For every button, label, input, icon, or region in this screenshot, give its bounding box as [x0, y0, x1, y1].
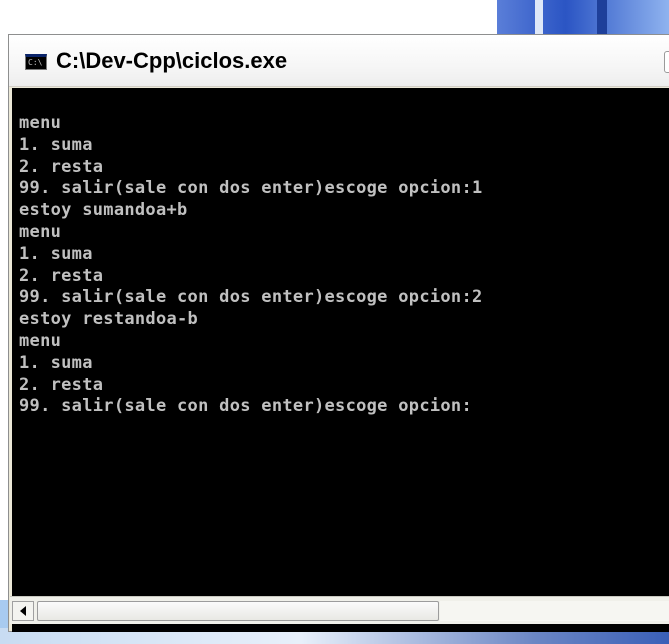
console-line: 1. suma [19, 352, 93, 373]
console-line: menu [19, 330, 62, 351]
console-line: 2. resta [19, 156, 104, 177]
console-line: 99. salir(sale con dos enter)escoge opci… [19, 396, 472, 417]
console-output[interactable]: menu 1. suma 2. resta 99. salir(sale con… [12, 88, 669, 632]
console-line: menu [19, 221, 62, 242]
console-lines: menu 1. suma 2. resta 99. salir(sale con… [19, 113, 483, 418]
arrow-left-icon [20, 606, 26, 616]
console-line: estoy restandoa-b [19, 309, 199, 330]
console-window[interactable]: C:\ C:\Dev-Cpp\ciclos.exe menu 1. suma 2… [8, 34, 669, 632]
console-line: menu [19, 113, 62, 133]
scrollbar-track[interactable] [440, 601, 669, 621]
window-title: C:\Dev-Cpp\ciclos.exe [56, 48, 288, 73]
console-line: 1. suma [19, 134, 93, 155]
console-line: 2. resta [19, 265, 104, 286]
console-line: 99. salir(sale con dos enter)escoge opci… [19, 287, 483, 308]
scrollbar-thumb[interactable] [37, 601, 439, 621]
console-line: 99. salir(sale con dos enter)escoge opci… [19, 178, 483, 199]
console-line: estoy sumandoa+b [19, 200, 188, 221]
scroll-left-button[interactable] [12, 601, 34, 621]
console-line: 2. resta [19, 374, 104, 395]
console-line: 1. suma [19, 243, 93, 264]
horizontal-scrollbar[interactable] [10, 596, 669, 624]
minimize-button[interactable] [664, 51, 669, 73]
console-icon[interactable]: C:\ [25, 54, 47, 70]
title-bar[interactable]: C:\ C:\Dev-Cpp\ciclos.exe [9, 35, 669, 87]
